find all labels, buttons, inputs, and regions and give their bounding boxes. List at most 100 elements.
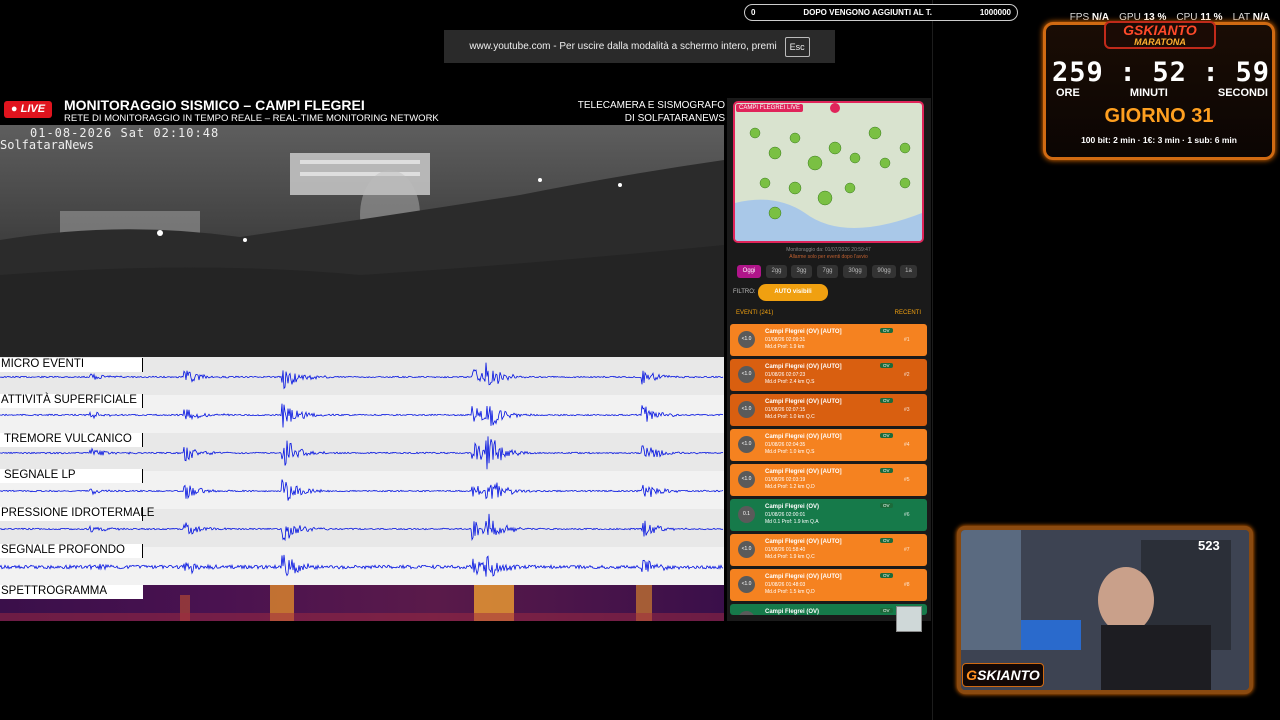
timer-day: GIORNO 31: [1104, 105, 1214, 127]
event-card[interactable]: <1.0 Campi Flegrei (OV) [AUTO] 01/08/26 02…: [730, 324, 927, 356]
event-date: 01/08/26 02:07:23: [765, 372, 806, 378]
ov-tag: OV: [880, 573, 893, 578]
event-date: 01/08/26 02:07:15: [765, 407, 806, 413]
seconds-label: SECONDI: [1217, 87, 1268, 99]
event-card[interactable]: <1.0 Campi Flegrei (OV) [AUTO] 01/08/26 02…: [730, 359, 927, 391]
filter-label: FILTRO:: [733, 289, 756, 295]
chip-30d[interactable]: 30gg: [843, 265, 867, 278]
event-date: 01/08/26 02:09:31: [765, 337, 806, 343]
event-meta: Md.d Prof: 1.0 km Q.C: [765, 414, 815, 420]
channel-label-lp: SEGNALE LP: [0, 469, 143, 483]
channel-label-deep: SEGNALE PROFONDO: [0, 544, 143, 558]
magnitude-badge: <1.0: [738, 576, 755, 593]
event-number: #4: [904, 442, 910, 448]
camera-feed: [0, 125, 724, 357]
timer-minutes: 52: [1152, 57, 1187, 88]
ov-tag: OV: [880, 538, 893, 543]
map-tag: CAMPI FLEGREI LIVE: [736, 104, 804, 112]
event-meta: Md.d Prof: 1.5 km Q.D: [765, 589, 815, 595]
magnitude-badge: <1.0: [738, 331, 755, 348]
stream-credit: TELECAMERA E SISMOGRAFO DI SOLFATARANEWS: [555, 99, 725, 125]
magnitude-badge: [738, 611, 755, 615]
goal-progress-bar: 0 DOPO VENGONO AGGIUNTI AL T. 1000000: [744, 4, 1018, 21]
progress-start: 0: [751, 8, 756, 17]
timer-seconds: 59: [1235, 57, 1270, 88]
chip-today[interactable]: Oggi: [737, 265, 761, 278]
minutes-label: MINUTI: [1129, 87, 1168, 99]
magnitude-badge: <1.0: [738, 471, 755, 488]
channel-icon: [896, 606, 922, 632]
event-title: Campi Flegrei (OV): [765, 504, 820, 510]
events-title: EVENTI (241): [736, 310, 774, 316]
event-title: Campi Flegrei (OV) [AUTO]: [765, 434, 842, 440]
magnitude-badge: <1.0: [738, 436, 755, 453]
earthquake-map[interactable]: [733, 101, 924, 243]
event-date: 01/08/26 02:03:19: [765, 477, 806, 483]
timer-digits: 259 : 52 : 59: [1052, 57, 1270, 88]
timer-rates: 100 bit: 2 min · 1€: 3 min · 1 sub: 6 mi…: [1081, 135, 1237, 145]
map-markers: [735, 103, 922, 241]
event-number: #7: [904, 547, 910, 553]
event-meta: Md.d Prof: 2.4 km Q.S: [765, 379, 815, 385]
timer-units: ORE MINUTI SECONDI: [1056, 87, 1268, 99]
event-number: #5: [904, 477, 910, 483]
event-title: Campi Flegrei (OV) [AUTO]: [765, 399, 842, 405]
event-title: Campi Flegrei (OV) [AUTO]: [765, 539, 842, 545]
event-date: 01/08/26 01:48:03: [765, 582, 806, 588]
event-card[interactable]: <1.0 Campi Flegrei (OV) [AUTO] 01/08/26 02…: [730, 429, 927, 461]
events-sort-link[interactable]: RECENTI: [895, 310, 921, 316]
event-date: 01/08/26 02:04:35: [765, 442, 806, 448]
credit-line-1: TELECAMERA E SISMOGRAFO: [577, 100, 725, 111]
marathon-timer: GSKIANTO MARATONA 259 : 52 : 59 ORE MINU…: [1043, 21, 1275, 160]
ov-tag: OV: [880, 503, 893, 508]
chip-1y[interactable]: 1a: [900, 265, 917, 278]
stream-title: MONITORAGGIO SISMICO – CAMPI FLEGREI: [64, 97, 365, 113]
event-number: #2: [904, 372, 910, 378]
progress-goal: 1000000: [979, 8, 1011, 17]
camera-watermark: SolfataraNews: [0, 138, 94, 152]
event-number: #6: [904, 512, 910, 518]
stream-subtitle: RETE DI MONITORAGGIO IN TEMPO REALE – RE…: [64, 113, 439, 124]
magnitude-badge: 0.1: [738, 506, 755, 523]
event-card[interactable]: <1.0 Campi Flegrei (OV) [AUTO] 01/08/26 01…: [730, 569, 927, 601]
toast-text: www.youtube.com - Per uscire dalla modal…: [469, 41, 777, 52]
ov-tag: OV: [880, 363, 893, 368]
channel-label-tremor: TREMORE VULCANICO: [0, 433, 143, 447]
hours-label: ORE: [1056, 87, 1080, 99]
chip-7d[interactable]: 7gg: [817, 265, 838, 278]
event-meta: Md 0.1 Prof: 1.9 km Q.A: [765, 519, 819, 525]
event-card[interactable]: <1.0 Campi Flegrei (OV) [AUTO] 01/08/26 01…: [730, 534, 927, 566]
timer-sep: :: [1119, 57, 1137, 88]
magnitude-badge: <1.0: [738, 541, 755, 558]
ov-tag: OV: [880, 433, 893, 438]
event-meta: Md.d Prof: 1.2 km Q.D: [765, 484, 815, 490]
spectrogram-label: SPETTROGRAMMA: [0, 585, 143, 599]
event-meta: Md.d Prof: 1.0 km Q.S: [765, 449, 815, 455]
event-card[interactable]: 0.1 Campi Flegrei (OV) 01/08/26 02:00:01 Md…: [730, 499, 927, 531]
camera-scene: [0, 125, 724, 357]
credit-line-2: DI SOLFATARANEWS: [624, 113, 725, 124]
esc-key-hint[interactable]: Esc: [784, 36, 810, 57]
auto-filter-button[interactable]: AUTO visibili: [758, 284, 828, 301]
chip-90d[interactable]: 90gg: [872, 265, 896, 278]
magnitude-badge: <1.0: [738, 401, 755, 418]
event-number: #1: [904, 337, 910, 343]
event-title: Campi Flegrei (OV) [AUTO]: [765, 364, 842, 370]
streamer-logo: GSKIANTO: [962, 663, 1044, 687]
event-card[interactable]: <1.0 Campi Flegrei (OV) [AUTO] 01/08/26 02…: [730, 464, 927, 496]
panel-divider: [932, 0, 933, 720]
chip-3d[interactable]: 3gg: [791, 265, 812, 278]
magnitude-badge: <1.0: [738, 366, 755, 383]
fullscreen-toast: www.youtube.com - Per uscire dalla modal…: [444, 30, 835, 63]
channel-label-micro: MICRO EVENTI: [0, 358, 143, 372]
timer-sep: :: [1202, 57, 1220, 88]
timer-brand-sub: MARATONA: [1134, 37, 1186, 47]
ov-tag: OV: [880, 398, 893, 403]
channel-label-pressure: PRESSIONE IDROTERMALE: [0, 507, 155, 521]
chip-2d[interactable]: 2gg: [766, 265, 787, 278]
event-date: 01/08/26 02:00:01: [765, 512, 806, 518]
event-card[interactable]: <1.0 Campi Flegrei (OV) [AUTO] 01/08/26 02…: [730, 394, 927, 426]
viewer-count: 523: [1198, 538, 1220, 553]
event-title: Campi Flegrei (OV) [AUTO]: [765, 469, 842, 475]
events-header: EVENTI (241) RECENTI: [733, 310, 924, 316]
